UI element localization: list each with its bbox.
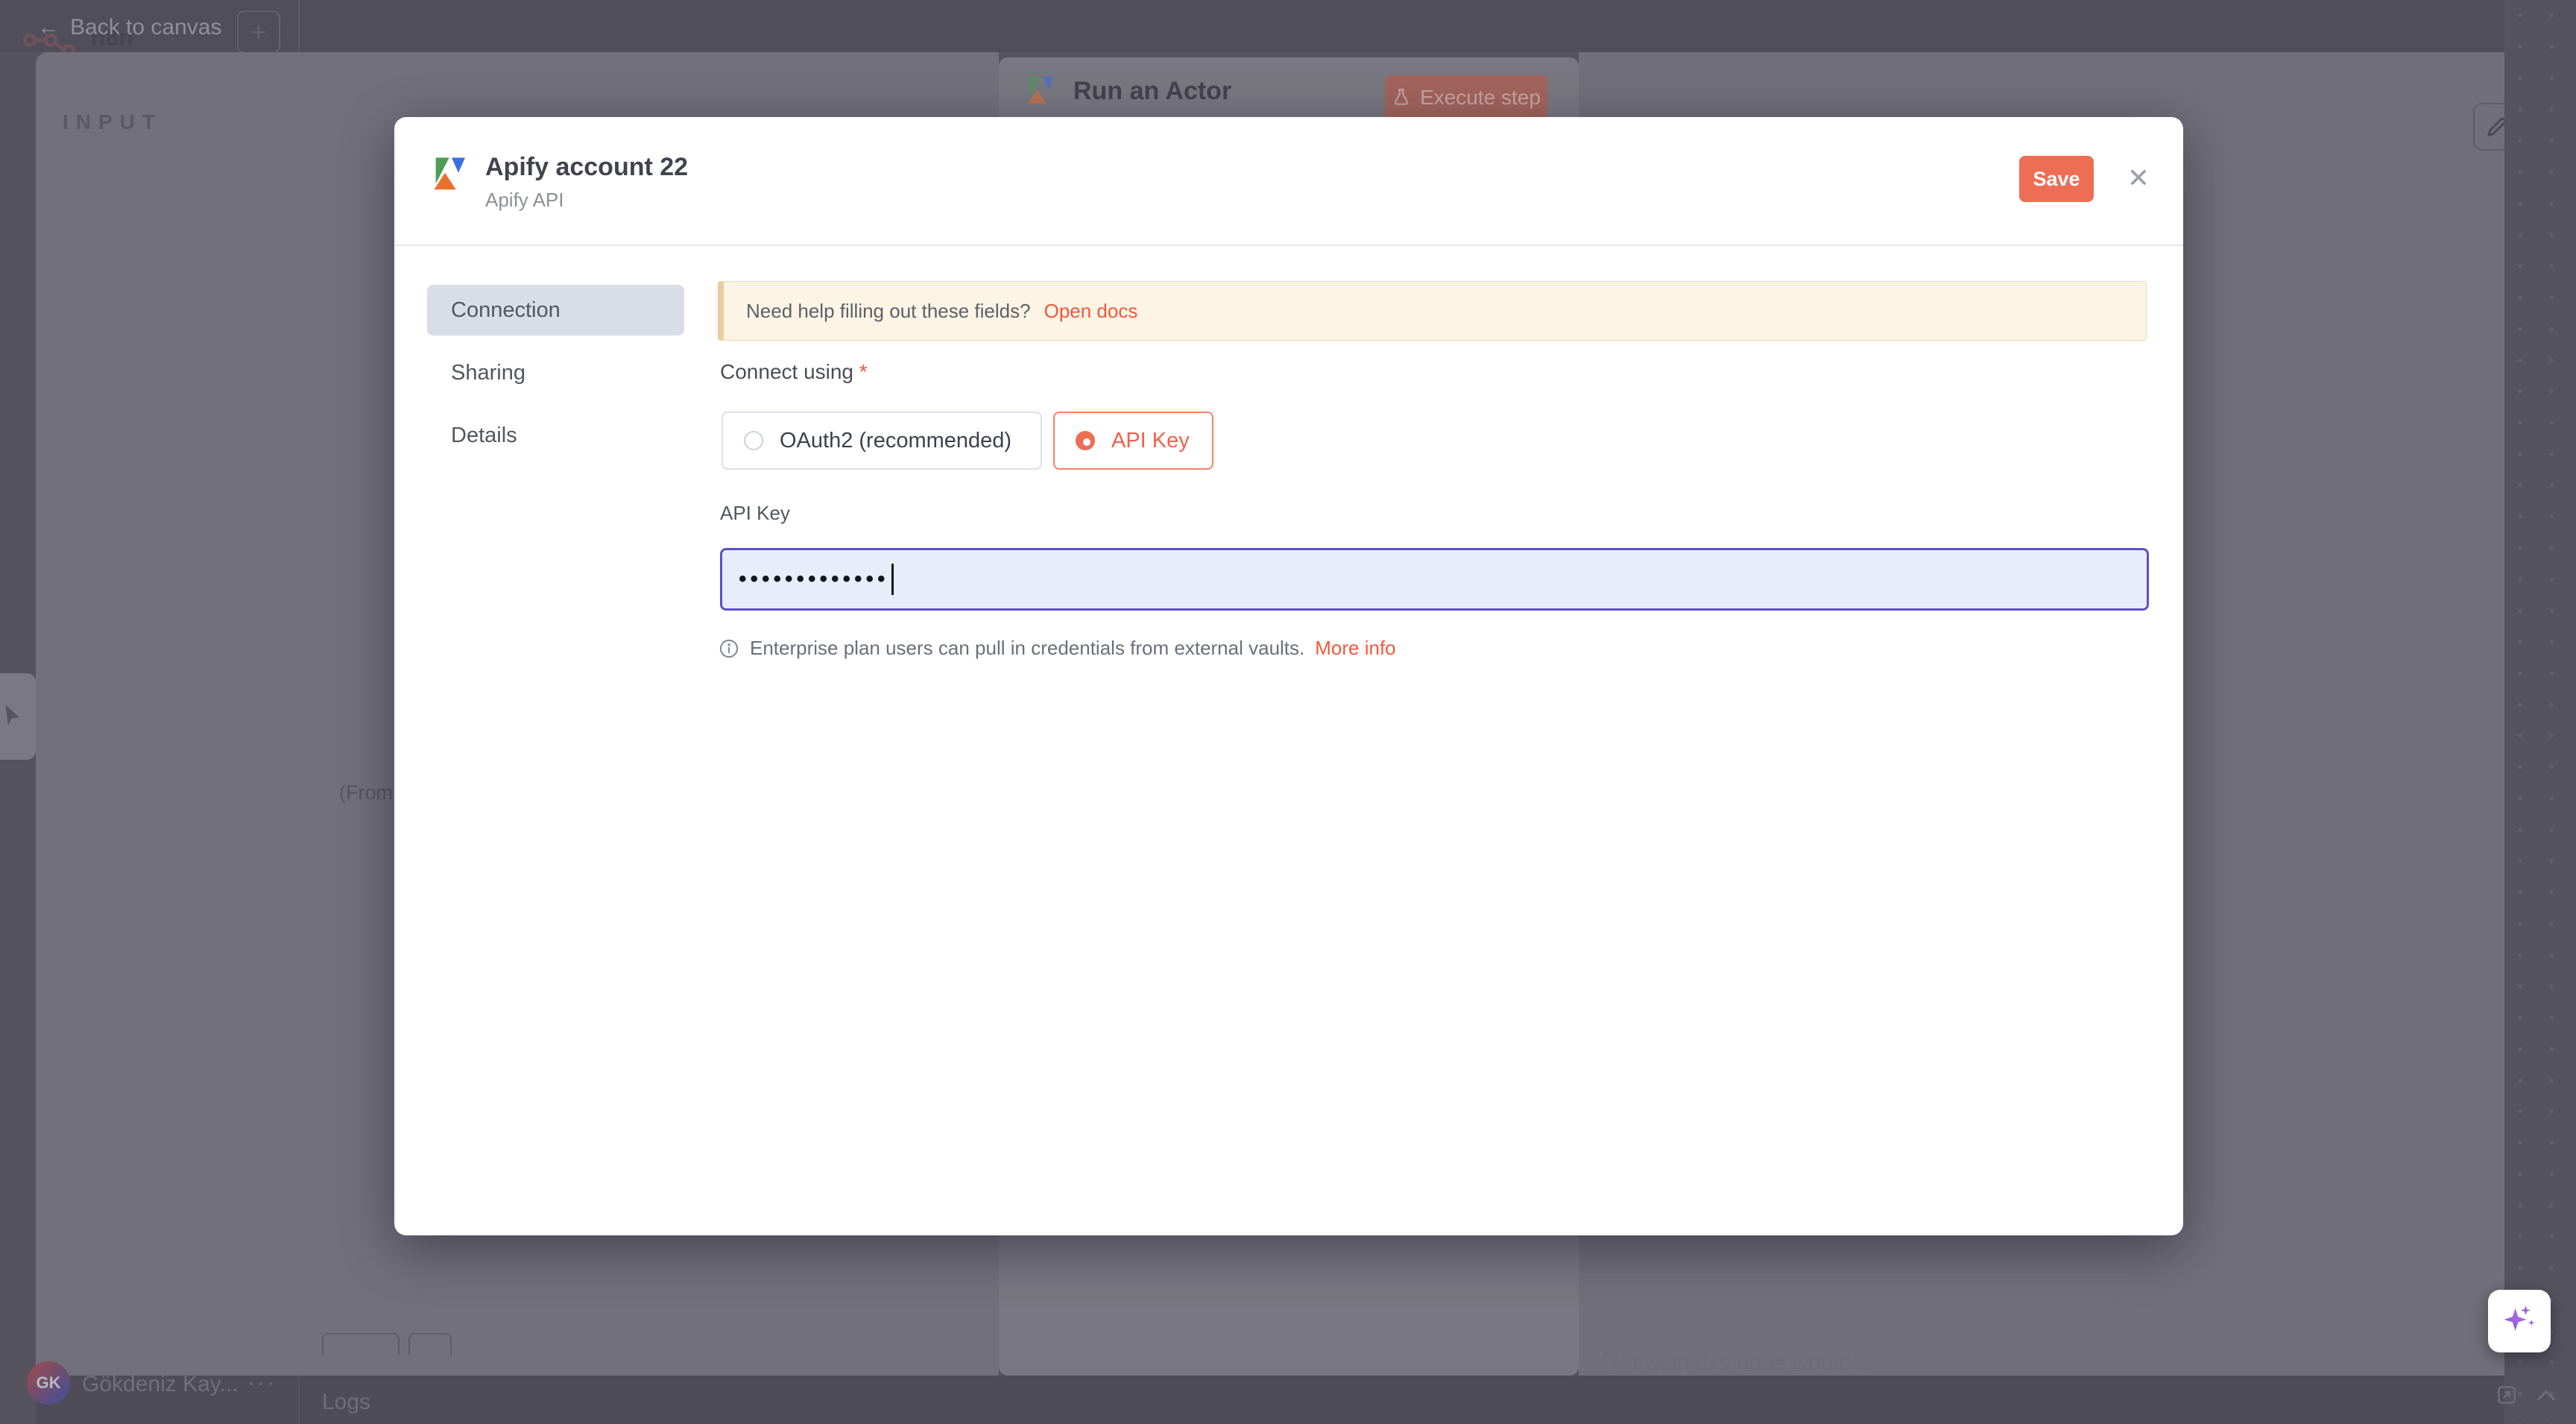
avatar[interactable]: GK — [27, 1361, 70, 1405]
input-from-fragment: (From — [339, 781, 393, 804]
ai-assistant-button[interactable] — [2488, 1290, 2551, 1352]
option-api-key[interactable]: API Key — [1053, 412, 1213, 470]
user-name: Gökdeniz Kay... — [82, 1372, 239, 1397]
credential-subtitle: Apify API — [485, 189, 564, 212]
back-to-canvas-label: Back to canvas — [70, 15, 221, 40]
tab-details-label: Details — [451, 423, 517, 448]
add-button[interactable]: + — [237, 10, 280, 54]
more-info-link[interactable]: More info — [1315, 637, 1395, 660]
tab-connection-label: Connection — [451, 298, 561, 323]
flask-icon — [1392, 88, 1411, 107]
wish-placeholder: I wish this node would... — [1632, 1351, 1870, 1376]
pointer-tool-button[interactable] — [0, 673, 36, 760]
tab-sharing-label: Sharing — [451, 361, 525, 385]
save-button[interactable]: Save — [2019, 156, 2094, 202]
option-oauth2[interactable]: OAuth2 (recommended) — [722, 412, 1042, 470]
option-api-key-label: API Key — [1111, 429, 1190, 453]
back-arrow-icon: ← — [37, 15, 60, 40]
node-title: Run an Actor — [1073, 77, 1231, 106]
help-banner-text: Need help filling out these fields? — [746, 300, 1031, 323]
plus-icon: + — [250, 16, 266, 48]
api-key-label: API Key — [720, 502, 790, 525]
tab-details[interactable]: Details — [427, 410, 684, 461]
user-menu-ellipsis-icon[interactable]: ··· — [247, 1370, 277, 1396]
tab-connection[interactable]: Connection — [427, 285, 684, 335]
back-to-canvas-button[interactable]: ← Back to canvas — [37, 15, 221, 40]
cursor-icon — [0, 702, 25, 731]
logs-tab-button-2[interactable] — [408, 1333, 452, 1355]
text-caret — [891, 564, 894, 595]
close-button[interactable]: ✕ — [2116, 156, 2161, 201]
apify-node-icon — [1026, 74, 1060, 108]
topbar-divider — [298, 0, 300, 52]
required-asterisk: * — [859, 360, 868, 383]
logs-divider — [298, 1376, 300, 1424]
radio-api-key[interactable] — [1076, 431, 1095, 450]
logs-panel[interactable] — [36, 1376, 2504, 1424]
chevron-up-icon[interactable] — [2536, 1388, 2557, 1402]
canvas-dot-grid — [2504, 0, 2576, 1424]
radio-oauth2[interactable] — [744, 431, 763, 450]
close-icon: ✕ — [2127, 163, 2150, 194]
open-docs-link[interactable]: Open docs — [1044, 300, 1138, 323]
logs-tab-button[interactable] — [322, 1333, 400, 1355]
logs-label: Logs — [322, 1390, 370, 1415]
execute-step-button[interactable]: Execute step — [1385, 75, 1547, 120]
help-banner: Need help filling out these fields? Open… — [718, 281, 2147, 341]
enterprise-note: Enterprise plan users can pull in creden… — [719, 637, 1396, 660]
tab-sharing[interactable]: Sharing — [427, 347, 684, 398]
top-bar: n8n ← Back to canvas + — [0, 0, 2576, 52]
node-feedback-input[interactable]: I wish this node would... — [1600, 1351, 1870, 1376]
lightbulb-icon — [1600, 1351, 1620, 1376]
execute-step-label: Execute step — [1420, 86, 1541, 110]
enterprise-note-text: Enterprise plan users can pull in creden… — [750, 637, 1304, 660]
connect-using-label: Connect using * — [720, 360, 868, 384]
option-oauth2-label: OAuth2 (recommended) — [780, 429, 1011, 453]
sparkle-icon — [2500, 1302, 2539, 1340]
avatar-initials: GK — [37, 1373, 61, 1393]
api-key-masked-value: ••••••••••••• — [739, 567, 889, 592]
info-icon — [719, 638, 739, 659]
apify-logo-icon — [432, 154, 472, 195]
external-link-icon[interactable] — [2496, 1384, 2518, 1406]
credential-modal: Apify account 22 Apify API Save ✕ Connec… — [394, 117, 2183, 1235]
credential-title: Apify account 22 — [485, 153, 688, 182]
input-panel-title: INPUT — [63, 110, 162, 134]
api-key-input[interactable]: ••••••••••••• — [720, 548, 2149, 611]
modal-header: Apify account 22 Apify API Save ✕ — [394, 117, 2183, 246]
